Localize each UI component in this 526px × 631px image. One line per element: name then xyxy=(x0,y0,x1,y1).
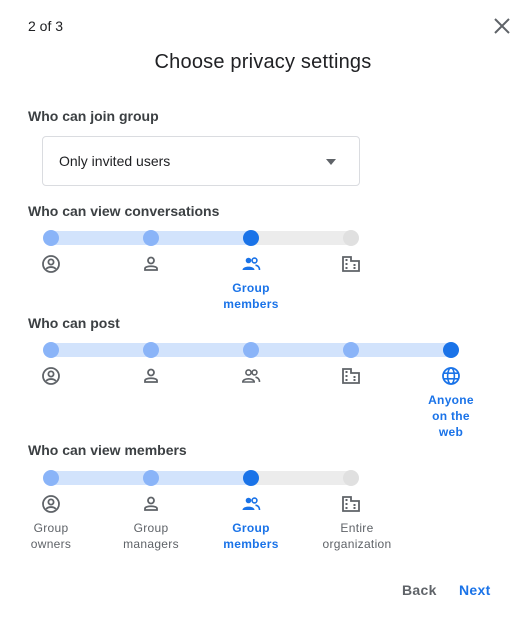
slider-stop-anyone-on-web[interactable] xyxy=(443,342,459,358)
globe-icon[interactable] xyxy=(441,366,461,386)
next-button[interactable]: Next xyxy=(459,582,491,598)
join-group-select[interactable]: Only invited users xyxy=(42,136,360,186)
slider-stop-entire-organization[interactable] xyxy=(343,342,359,358)
view-conversations-selected-label: Group members xyxy=(223,281,279,311)
slider-stop-group-managers[interactable] xyxy=(143,230,159,246)
option-label-group-managers: Group managers xyxy=(123,521,179,551)
post-label: Who can post xyxy=(28,315,120,331)
slider-stop-group-members[interactable] xyxy=(243,342,259,358)
slider-stop-entire-organization[interactable] xyxy=(343,230,359,246)
person-icon[interactable] xyxy=(141,366,161,386)
people-icon[interactable] xyxy=(241,254,261,274)
person-icon[interactable] xyxy=(141,494,161,514)
slider-stop-group-members[interactable] xyxy=(243,470,259,486)
post-selected-label: Anyone on the web xyxy=(428,393,474,439)
slider-stop-group-managers[interactable] xyxy=(143,342,159,358)
building-icon[interactable] xyxy=(341,366,361,386)
account-circle-icon[interactable] xyxy=(41,254,61,274)
step-counter: 2 of 3 xyxy=(28,18,64,34)
back-button[interactable]: Back xyxy=(402,582,437,598)
slider-stop-group-members[interactable] xyxy=(243,230,259,246)
slider-stop-entire-organization[interactable] xyxy=(343,470,359,486)
view-conversations-label: Who can view conversations xyxy=(28,203,220,219)
option-label-entire-organization: Entire organization xyxy=(322,521,392,551)
slider-stop-group-owners[interactable] xyxy=(43,342,59,358)
people-icon[interactable] xyxy=(241,494,261,514)
account-circle-icon[interactable] xyxy=(41,494,61,514)
dropdown-arrow-icon xyxy=(326,159,336,165)
view-members-label: Who can view members xyxy=(28,442,187,458)
people-icon[interactable] xyxy=(241,366,261,386)
building-icon[interactable] xyxy=(341,254,361,274)
option-label-group-owners: Group owners xyxy=(30,521,72,551)
option-label-group-members: Group members xyxy=(223,521,279,551)
dialog-title: Choose privacy settings xyxy=(154,51,372,73)
slider-stop-group-owners[interactable] xyxy=(43,470,59,486)
join-group-value: Only invited users xyxy=(59,153,171,169)
join-group-label: Who can join group xyxy=(28,108,159,124)
building-icon[interactable] xyxy=(341,494,361,514)
slider-stop-group-managers[interactable] xyxy=(143,470,159,486)
close-icon[interactable] xyxy=(490,14,514,38)
account-circle-icon[interactable] xyxy=(41,366,61,386)
person-icon[interactable] xyxy=(141,254,161,274)
slider-stop-group-owners[interactable] xyxy=(43,230,59,246)
